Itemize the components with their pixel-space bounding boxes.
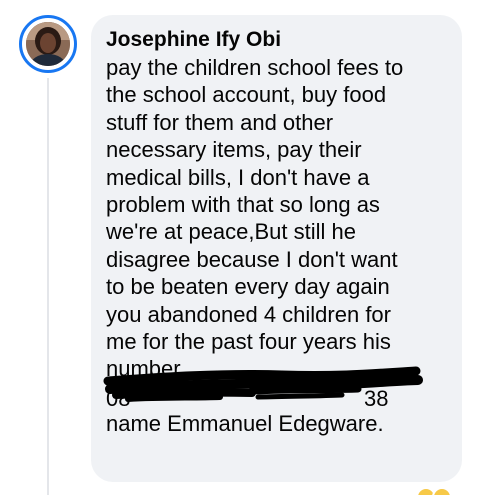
thread-connector-line <box>47 78 49 495</box>
comment-text-line: the school account, buy food <box>106 82 387 108</box>
comment-text-line: name Emmanuel Edegware. <box>106 411 384 437</box>
comment-text-line: you abandoned 4 children for <box>106 301 391 327</box>
redaction-scribble <box>103 366 423 402</box>
avatar[interactable] <box>26 22 70 66</box>
avatar-story-ring[interactable] <box>19 15 77 73</box>
comment-author-name[interactable]: Josephine Ify Obi <box>106 27 446 53</box>
comment-bubble: Josephine Ify Obi pay the children schoo… <box>91 15 462 482</box>
redacted-phone-number: 08 38 <box>103 366 446 411</box>
comment-text-line: to be beaten every day again <box>106 274 390 300</box>
comment-text-line: problem with that so long as <box>106 192 380 218</box>
comment-text-line: me for the past four years his <box>106 329 391 355</box>
reaction-summary[interactable] <box>416 487 466 495</box>
comment-text-line: we're at peace,But still he <box>106 219 357 245</box>
comment-text-line: pay the children school fees to <box>106 55 404 80</box>
comment-text-line: medical bills, I don't have a <box>106 164 370 190</box>
comment-thread: Josephine Ify Obi pay the children schoo… <box>0 0 480 495</box>
comment-text-line: necessary items, pay their <box>106 137 362 163</box>
comment-text-line: disagree because I don't want <box>106 246 398 272</box>
comment-text-line: stuff for them and other <box>106 109 334 135</box>
profile-photo-icon <box>26 22 70 66</box>
reaction-emoji-icon <box>432 487 452 495</box>
